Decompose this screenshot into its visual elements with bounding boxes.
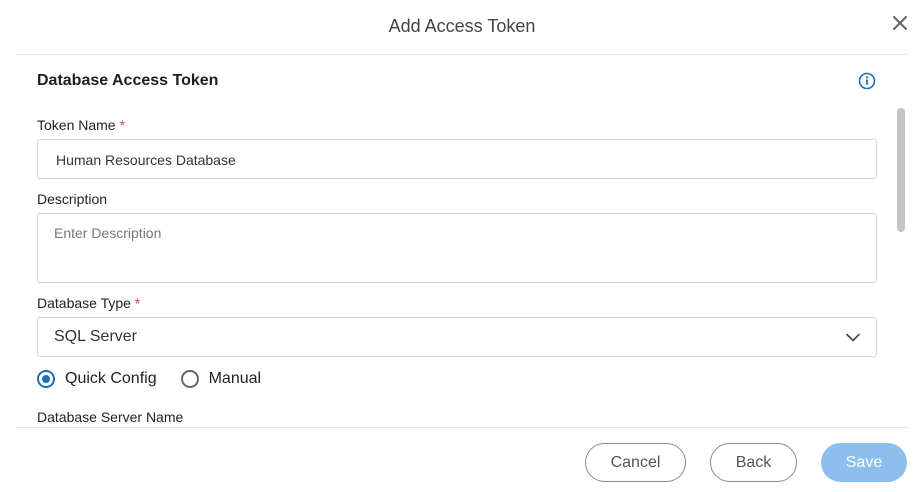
save-button[interactable]: Save [821, 443, 907, 482]
database-type-label: Database Type * [37, 295, 140, 311]
close-icon [893, 16, 907, 30]
radio-dot [42, 375, 50, 383]
chevron-down-icon [846, 333, 860, 341]
section-title: Database Access Token [37, 72, 219, 89]
radio-quick-config-label: Quick Config [65, 370, 157, 387]
radio-manual[interactable]: Manual [180, 370, 262, 388]
add-access-token-dialog: Add Access Token Database Access Token T… [0, 0, 924, 492]
header-divider [16, 54, 908, 55]
radio-button-unselected[interactable] [180, 370, 199, 388]
database-type-select[interactable]: SQL Server [37, 317, 877, 357]
database-type-label-text: Database Type [37, 295, 131, 311]
cancel-button[interactable]: Cancel [585, 443, 686, 482]
close-button[interactable] [890, 12, 910, 34]
description-input[interactable]: Enter Description [37, 213, 877, 283]
required-mark: * [134, 295, 141, 311]
token-name-value: Human Resources Database [56, 152, 236, 168]
info-icon[interactable] [858, 72, 876, 90]
clipped-field-area: Database Server Name [37, 404, 437, 426]
token-name-label: Token Name * [37, 117, 125, 133]
back-button[interactable]: Back [710, 443, 797, 482]
config-mode-radio-group: Quick Config Manual [37, 368, 285, 390]
token-name-label-text: Token Name [37, 117, 116, 133]
database-type-value: SQL Server [54, 328, 137, 345]
footer-divider [16, 427, 908, 428]
dialog-header: Add Access Token [0, 0, 924, 55]
radio-manual-label: Manual [208, 370, 262, 387]
token-name-input[interactable]: Human Resources Database [37, 139, 877, 179]
description-label: Description [37, 191, 108, 207]
radio-button-selected[interactable] [37, 370, 55, 388]
radio-quick-config[interactable]: Quick Config [37, 370, 157, 388]
scrollbar-thumb[interactable] [897, 108, 905, 232]
description-placeholder: Enter Description [54, 225, 162, 241]
database-server-name-label: Database Server Name [37, 409, 184, 425]
required-mark: * [119, 117, 126, 133]
dialog-title: Add Access Token [388, 16, 536, 36]
